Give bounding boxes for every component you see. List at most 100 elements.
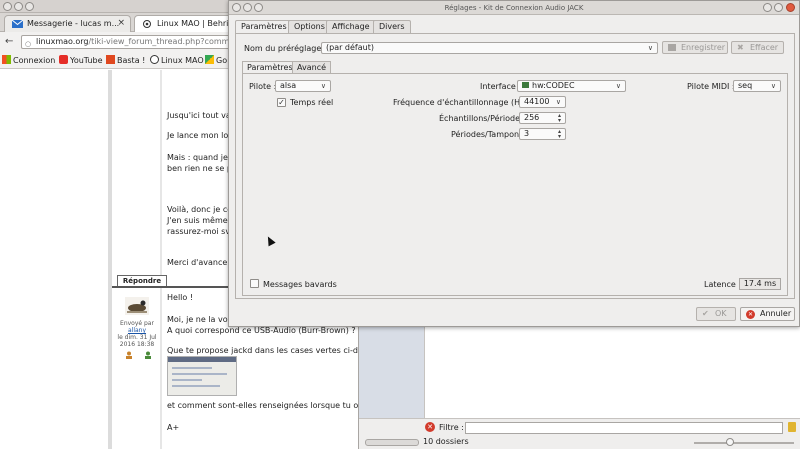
driver-label: Pilote : bbox=[249, 82, 277, 91]
window-minimize-button[interactable] bbox=[243, 3, 252, 12]
tab-messagerie[interactable]: Messagerie - lucas m... × bbox=[4, 15, 131, 32]
post-text-line: A quoi correspond ce USB-Audio (Burr-Bro… bbox=[167, 326, 356, 335]
chevron-down-icon: ∨ bbox=[320, 82, 326, 90]
post-text-line: Merci d'avance bbox=[167, 258, 228, 267]
microsoft-icon bbox=[2, 55, 11, 64]
url-input[interactable]: ○ linuxmao.org/tiki-view_forum_thread.ph… bbox=[21, 35, 241, 49]
status-bar: 10 dossiers bbox=[359, 436, 800, 449]
tab-close-button[interactable]: × bbox=[117, 16, 125, 31]
send-message-icon[interactable] bbox=[144, 351, 152, 359]
tab-divers[interactable]: Divers bbox=[373, 20, 411, 33]
frames-label: Échantillons/Période : bbox=[439, 114, 526, 123]
chevron-down-icon: ∨ bbox=[555, 98, 561, 106]
attached-screenshot-thumbnail[interactable] bbox=[167, 356, 237, 396]
driver-combobox[interactable]: alsa ∨ bbox=[275, 80, 331, 92]
save-preset-button[interactable]: Enregistrer bbox=[662, 41, 728, 54]
spin-arrows-icon[interactable]: ▴ ▾ bbox=[558, 129, 561, 139]
zoom-slider[interactable] bbox=[694, 442, 794, 444]
tab-label: Messagerie - lucas m... bbox=[27, 19, 120, 28]
cancel-button[interactable]: ✕ Annuler bbox=[740, 307, 795, 321]
window-close-button[interactable] bbox=[3, 2, 12, 11]
filter-bar: ✕ Filtre : bbox=[359, 418, 800, 436]
post-text-line: Je lance mon lo bbox=[167, 131, 229, 140]
realtime-label: Temps réel bbox=[290, 98, 334, 107]
tab-options[interactable]: Options bbox=[288, 20, 331, 33]
space-progress-bar bbox=[365, 439, 419, 446]
lock-icon[interactable] bbox=[788, 422, 796, 432]
cancel-icon: ✕ bbox=[746, 310, 755, 319]
tab-affichage[interactable]: Affichage bbox=[326, 20, 376, 33]
window-maximize-button[interactable] bbox=[25, 2, 34, 11]
page-info-icon[interactable]: ○ bbox=[25, 38, 31, 48]
linuxmao-icon bbox=[143, 20, 151, 28]
verbose-checkbox[interactable] bbox=[250, 279, 259, 288]
window-minimize-button[interactable] bbox=[14, 2, 23, 11]
post-text-line: Mais : quand je bbox=[167, 153, 228, 162]
subtab-avance[interactable]: Avancé bbox=[292, 61, 332, 73]
frames-spinbox[interactable]: 256 ▴ ▾ bbox=[519, 112, 566, 124]
bookmark-youtube[interactable]: YouTube bbox=[59, 55, 103, 66]
samplerate-combobox[interactable]: 44100 ∨ bbox=[519, 96, 566, 108]
midi-driver-label: Pilote MIDI : bbox=[687, 82, 735, 91]
interface-combobox[interactable]: hw:CODEC ∨ bbox=[517, 80, 626, 92]
linuxmao-icon bbox=[150, 55, 159, 64]
ok-button[interactable]: ✔ OK bbox=[696, 307, 736, 321]
user-profile-icon[interactable] bbox=[125, 351, 133, 359]
window-maximize-button[interactable] bbox=[254, 3, 263, 12]
google-maps-icon bbox=[205, 55, 214, 64]
chevron-down-icon: ∨ bbox=[770, 82, 776, 90]
basta-icon bbox=[106, 55, 115, 64]
save-icon bbox=[668, 44, 676, 51]
realtime-checkbox[interactable]: ✓ bbox=[277, 98, 286, 107]
post-text-line: rassurez-moi sv bbox=[167, 227, 231, 236]
periods-spinbox[interactable]: 3 ▴ ▾ bbox=[519, 128, 566, 140]
preset-combobox[interactable]: (par défaut) ∨ bbox=[321, 42, 658, 54]
duck-avatar-icon bbox=[127, 300, 147, 313]
post-text-line: Moi, je ne la vois bbox=[167, 315, 235, 324]
bookmark-connexion[interactable]: Connexion bbox=[2, 55, 55, 66]
preset-label: Nom du préréglage : bbox=[244, 44, 327, 53]
clear-filter-icon[interactable]: ✕ bbox=[425, 422, 435, 432]
author-link[interactable]: allany bbox=[113, 327, 161, 334]
bookmark-google[interactable]: Go bbox=[205, 55, 227, 66]
chevron-down-icon: ∨ bbox=[615, 82, 621, 90]
post-text-line: Jusqu'ici tout va bbox=[167, 111, 231, 120]
folder-count: 10 dossiers bbox=[423, 437, 469, 446]
sound-card-icon bbox=[522, 82, 529, 88]
close-button[interactable] bbox=[786, 3, 795, 12]
minimize-button[interactable] bbox=[774, 3, 783, 12]
chevron-down-icon: ∨ bbox=[647, 44, 653, 52]
page-left-border bbox=[108, 70, 112, 449]
latency-value: 17.4 ms bbox=[739, 278, 781, 290]
post-author-column-divider bbox=[160, 70, 162, 449]
filter-label: Filtre : bbox=[439, 423, 464, 432]
post-text-line: et comment sont-elles renseignées lorsqu… bbox=[167, 401, 374, 410]
delete-preset-button[interactable]: ✖ Effacer bbox=[731, 41, 784, 54]
checkmark-icon: ✔ bbox=[702, 309, 709, 318]
filter-input[interactable] bbox=[465, 422, 783, 434]
post-text-line: Que te propose jackd dans les cases vert… bbox=[167, 346, 368, 355]
latency-label: Latence : bbox=[704, 280, 742, 289]
post-author-meta: Envoyé par allany le dim. 31 Jul 2016 18… bbox=[113, 320, 161, 348]
bookmark-basta[interactable]: Basta ! bbox=[106, 55, 145, 66]
delete-icon: ✖ bbox=[737, 43, 744, 52]
zoom-slider-handle[interactable] bbox=[726, 438, 734, 446]
periods-label: Périodes/Tampon : bbox=[451, 130, 525, 139]
post-text-line: J'en suis même bbox=[167, 216, 228, 225]
youtube-icon bbox=[59, 55, 68, 64]
mail-icon bbox=[12, 20, 23, 28]
midi-driver-combobox[interactable]: seq ∨ bbox=[733, 80, 781, 92]
dialog-title: Réglages - Kit de Connexion Audio JACK bbox=[444, 4, 584, 12]
verbose-label: Messages bavards bbox=[263, 280, 337, 289]
spin-arrows-icon[interactable]: ▴ ▾ bbox=[558, 113, 561, 123]
jack-settings-dialog: Réglages - Kit de Connexion Audio JACK P… bbox=[228, 0, 800, 327]
back-arrow-icon[interactable]: ← bbox=[5, 36, 13, 47]
tab-label: Linux MAO | Behring bbox=[157, 19, 239, 28]
help-button[interactable] bbox=[763, 3, 772, 12]
post-text-line: ben rien ne se p bbox=[167, 164, 232, 173]
interface-label: Interface : bbox=[480, 82, 522, 91]
tab-parametres[interactable]: Paramètres bbox=[235, 20, 293, 34]
post-text-line: Voilà, donc je co bbox=[167, 205, 233, 214]
window-close-button[interactable] bbox=[232, 3, 241, 12]
bookmark-linuxmao[interactable]: Linux MAO bbox=[150, 55, 204, 66]
